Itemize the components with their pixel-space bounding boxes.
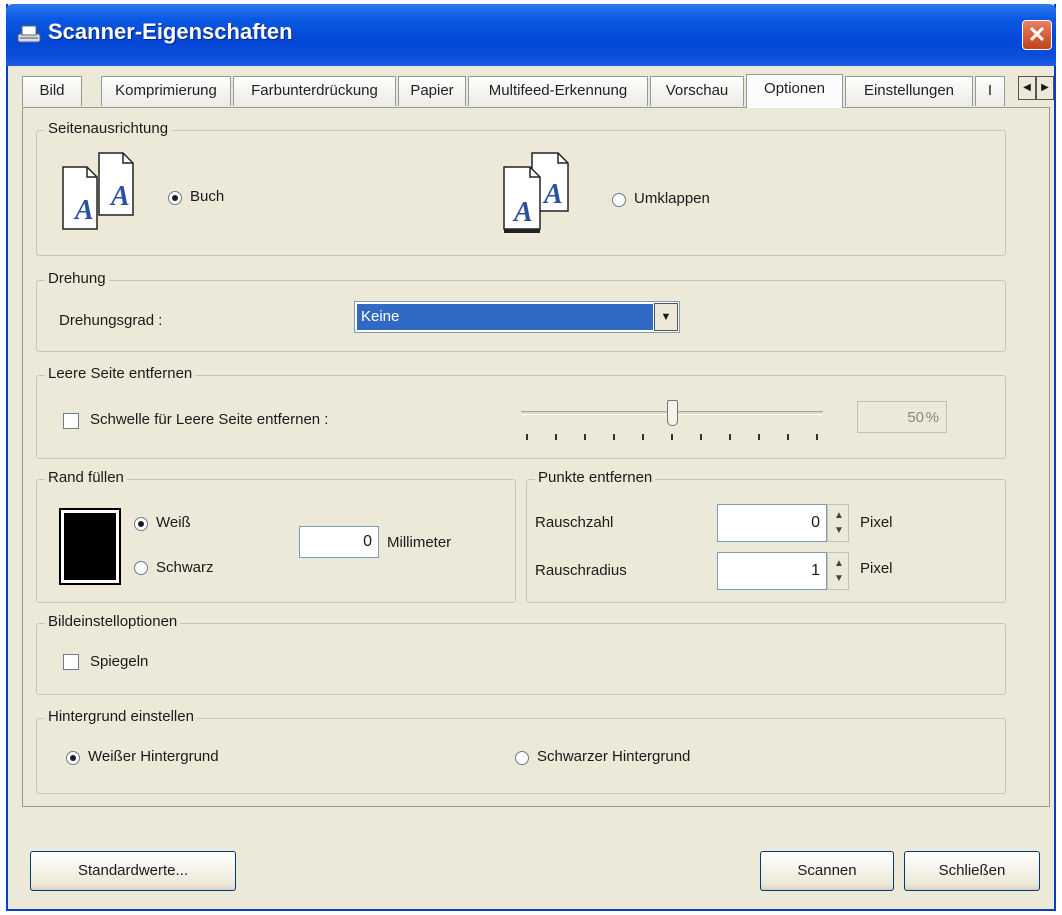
tab-bild[interactable]: Bild [22, 76, 82, 106]
tab-komprimierung[interactable]: Komprimierung [101, 76, 231, 106]
slider-tick [526, 434, 528, 440]
edge-fill-unit-label: Millimeter [387, 534, 452, 551]
close-button[interactable]: Schließen [904, 851, 1040, 891]
blank-page-threshold-checkbox[interactable] [63, 413, 79, 429]
slider-tick [613, 434, 615, 440]
scanner-properties-window: Scanner-Eigenschaften ✕ Bild Komprimieru… [6, 4, 1056, 911]
svg-text:A: A [512, 197, 533, 228]
tab-einstellungen[interactable]: Einstellungen [845, 76, 973, 106]
rotation-legend: Drehung [45, 270, 109, 287]
flip-label: Umklappen [634, 190, 710, 207]
svg-text:A: A [73, 195, 94, 226]
slider-tick [816, 434, 818, 440]
noise-removal-group: Punkte entfernen Rauschzahl 0 ▲ ▼ Pixel … [526, 469, 1006, 603]
spin-up-icon[interactable]: ▲ [834, 510, 844, 521]
edge-fill-black-radio[interactable] [134, 561, 148, 575]
background-black-label: Schwarzer Hintergrund [537, 748, 691, 765]
slider-tick [758, 434, 760, 440]
noise-count-label: Rauschzahl [535, 514, 614, 531]
slider-tick [555, 434, 557, 440]
slider-tick [787, 434, 789, 440]
tab-multifeed-erkennung[interactable]: Multifeed-Erkennung [468, 76, 648, 106]
svg-text:A: A [109, 181, 130, 212]
noise-count-input[interactable]: 0 [717, 504, 827, 542]
slider-tick [671, 434, 673, 440]
background-black-radio[interactable] [515, 751, 529, 765]
noise-radius-unit: Pixel [860, 560, 893, 577]
book-label: Buch [190, 188, 225, 205]
rotation-degree-label: Drehungsgrad : [59, 312, 163, 329]
blank-page-group: Leere Seite entfernen Schwelle für Leere… [36, 365, 1006, 459]
slider-tick [642, 434, 644, 440]
blank-page-value: 50 [907, 409, 924, 426]
edge-fill-black-label: Schwarz [156, 559, 214, 576]
rotation-selected-value: Keine [357, 304, 653, 330]
slider-tick [700, 434, 702, 440]
close-icon[interactable]: ✕ [1022, 20, 1052, 50]
tab-scroll-right-icon[interactable]: ▶ [1036, 76, 1054, 100]
svg-text:A: A [542, 179, 563, 210]
blank-page-legend: Leere Seite entfernen [45, 365, 196, 382]
edge-fill-white-radio[interactable] [134, 517, 148, 531]
background-white-radio[interactable] [66, 751, 80, 765]
rotation-group: Drehung Drehungsgrad : Keine ▼ [36, 270, 1006, 352]
page-orientation-legend: Seitenausrichtung [45, 120, 172, 137]
tab-overflow[interactable]: I [975, 76, 1005, 106]
page-orientation-group: Seitenausrichtung A A Buch A A Umklappen [36, 120, 1006, 256]
tab-papier[interactable]: Papier [398, 76, 466, 106]
mirror-label: Spiegeln [90, 653, 149, 670]
edge-fill-preview [59, 508, 121, 585]
book-pages-icon: A A [62, 152, 134, 230]
blank-page-value-field: 50 % [857, 401, 947, 433]
background-legend: Hintergrund einstellen [45, 708, 197, 725]
mirror-checkbox[interactable] [63, 654, 79, 670]
book-radio[interactable] [168, 191, 182, 205]
tab-optionen[interactable]: Optionen [746, 74, 843, 108]
noise-count-spinner[interactable]: ▲ ▼ [827, 504, 849, 542]
noise-radius-label: Rauschradius [535, 562, 627, 579]
spin-down-icon[interactable]: ▼ [834, 573, 844, 584]
window-title: Scanner-Eigenschaften [48, 19, 293, 44]
options-panel: Seitenausrichtung A A Buch A A Umklappen… [22, 107, 1050, 807]
blank-page-unit: % [925, 409, 939, 426]
slider-thumb[interactable] [667, 400, 678, 426]
spin-down-icon[interactable]: ▼ [834, 525, 844, 536]
edge-fill-white-label: Weiß [156, 514, 191, 531]
edge-fill-mm-input[interactable]: 0 [299, 526, 379, 558]
noise-radius-spinner[interactable]: ▲ ▼ [827, 552, 849, 590]
background-group: Hintergrund einstellen Weißer Hintergrun… [36, 708, 1006, 794]
slider-tick [729, 434, 731, 440]
flip-pages-icon: A A [503, 152, 569, 233]
chevron-down-icon[interactable]: ▼ [654, 303, 678, 331]
blank-page-threshold-label: Schwelle für Leere Seite entfernen : [90, 411, 329, 428]
defaults-button[interactable]: Standardwerte... [30, 851, 236, 891]
noise-removal-legend: Punkte entfernen [535, 469, 656, 486]
scan-button[interactable]: Scannen [760, 851, 894, 891]
tab-scroll-left-icon[interactable]: ◀ [1018, 76, 1036, 100]
edge-fill-legend: Rand füllen [45, 469, 127, 486]
background-white-label: Weißer Hintergrund [88, 748, 219, 765]
blank-page-slider[interactable] [521, 396, 825, 446]
tab-strip: Bild Komprimierung Farbunterdrückung Pap… [22, 74, 1054, 108]
slider-tick [584, 434, 586, 440]
noise-radius-input[interactable]: 1 [717, 552, 827, 590]
title-bar[interactable]: Scanner-Eigenschaften ✕ [6, 4, 1056, 66]
edge-fill-group: Rand füllen Weiß Schwarz 0 Millimeter [36, 469, 516, 603]
tab-vorschau[interactable]: Vorschau [650, 76, 744, 106]
tab-scroll: ◀ ▶ [1018, 76, 1056, 100]
scanner-icon [17, 25, 41, 43]
noise-count-unit: Pixel [860, 514, 893, 531]
image-options-legend: Bildeinstelloptionen [45, 613, 181, 630]
edge-fill-preview-swatch [64, 513, 116, 580]
image-options-group: Bildeinstelloptionen Spiegeln [36, 613, 1006, 695]
tab-farbunterdrueckung[interactable]: Farbunterdrückung [233, 76, 396, 106]
slider-ticks [521, 434, 825, 442]
spin-up-icon[interactable]: ▲ [834, 558, 844, 569]
rotation-select[interactable]: Keine ▼ [354, 301, 680, 333]
flip-radio[interactable] [612, 193, 626, 207]
